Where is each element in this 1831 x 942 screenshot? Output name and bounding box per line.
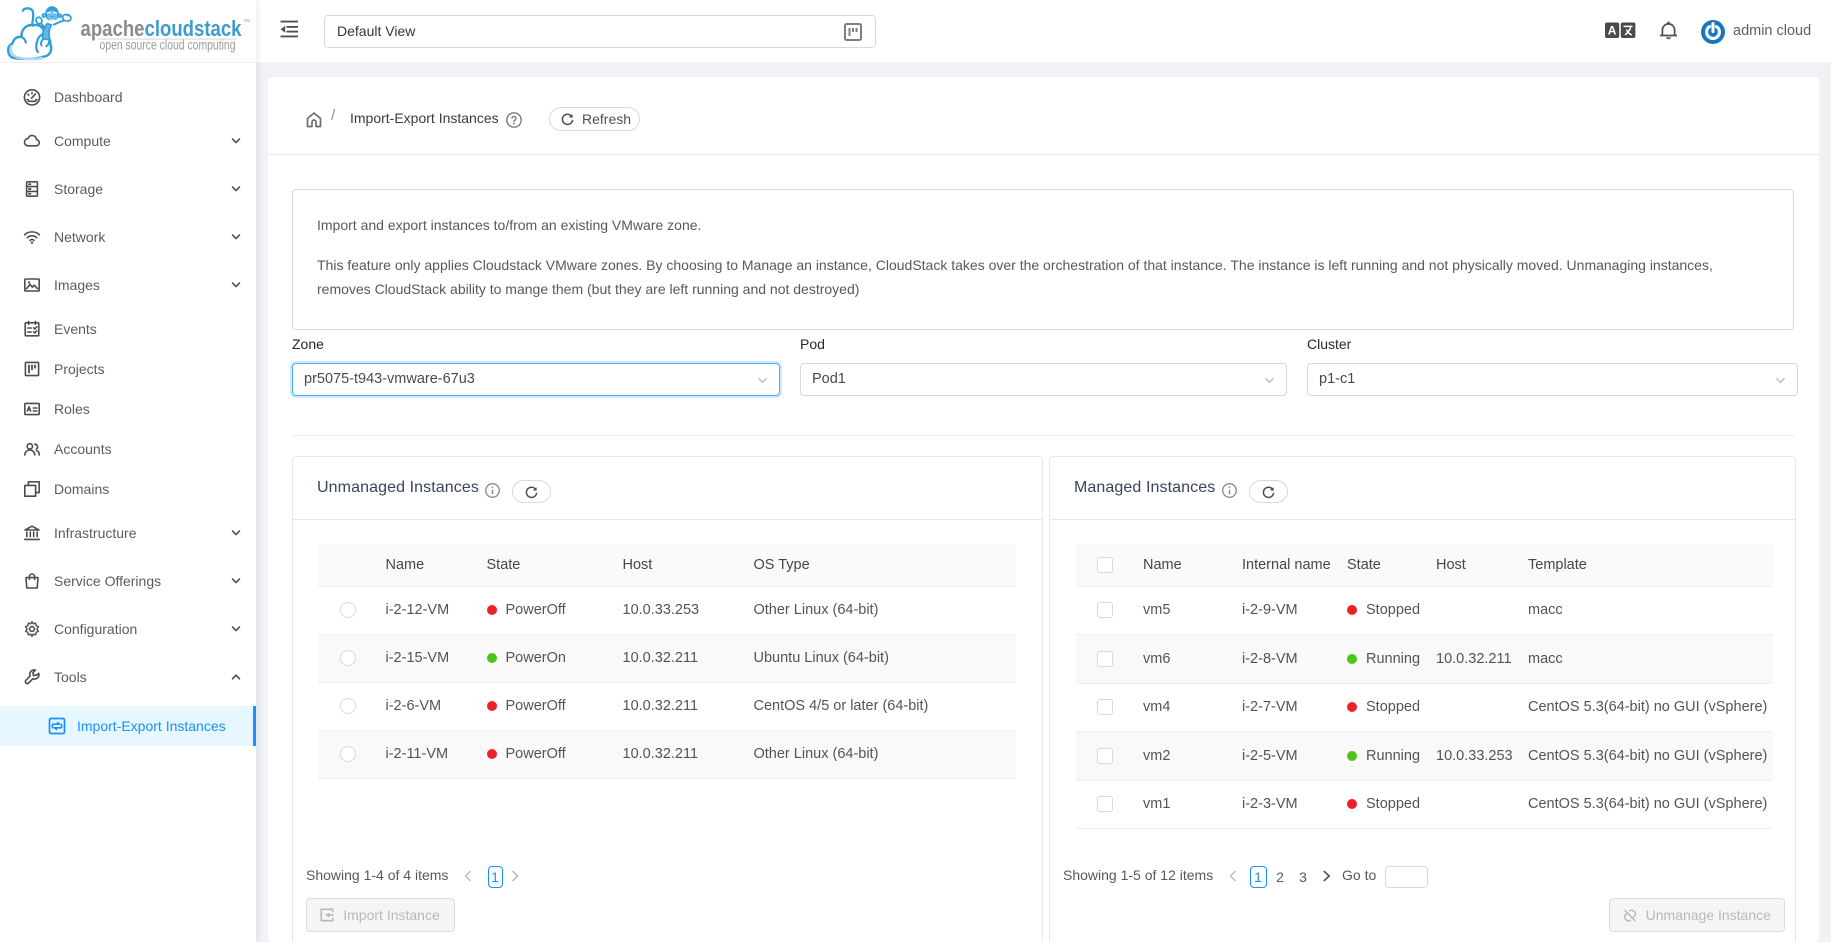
svg-text:open source cloud computing: open source cloud computing	[100, 38, 236, 53]
svg-text:A: A	[1608, 24, 1617, 38]
svg-text:™: ™	[243, 19, 250, 26]
